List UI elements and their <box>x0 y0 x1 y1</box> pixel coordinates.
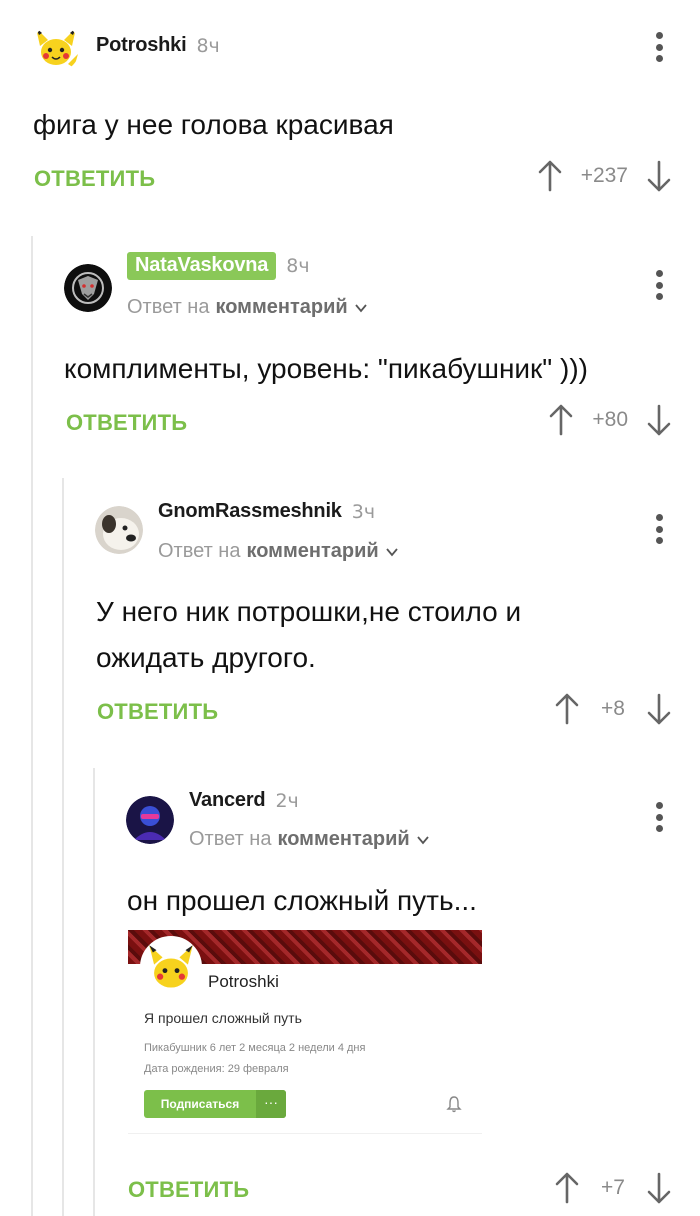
vote-controls: +8 <box>554 693 672 725</box>
upvote-arrow-icon[interactable] <box>548 404 574 436</box>
avatar[interactable] <box>126 796 174 844</box>
comment-time: 8ч <box>286 255 310 277</box>
reply-to-target: комментарий <box>277 828 410 850</box>
embed-avatar <box>140 936 202 998</box>
embed-username: Potroshki <box>208 972 279 991</box>
comment-time: 3ч <box>351 500 376 523</box>
reply-to-link[interactable]: Ответ на комментарий <box>189 828 430 851</box>
reply-button[interactable]: ОТВЕТИТЬ <box>66 410 187 436</box>
upvote-arrow-icon[interactable] <box>554 693 580 725</box>
vote-controls: +80 <box>548 404 672 436</box>
embed-subscribe-button: Подписаться ··· <box>144 1090 286 1118</box>
comment-time: 2ч <box>275 789 299 812</box>
thread-line-level-1 <box>31 236 33 1216</box>
thread-line-level-3 <box>93 768 95 1216</box>
reply-button[interactable]: ОТВЕТИТЬ <box>34 166 155 192</box>
avatar[interactable] <box>64 264 112 312</box>
vote-controls: +7 <box>554 1172 672 1204</box>
reply-to-prefix: Ответ на <box>127 296 210 318</box>
comment-text-line-2: ожидать другого. <box>96 642 316 673</box>
pikachu-avatar-icon <box>142 938 200 996</box>
embedded-screenshot[interactable]: Potroshki Я прошел сложный путь Пикабушн… <box>128 930 482 1134</box>
bell-icon <box>446 1096 462 1113</box>
more-label: ··· <box>256 1090 286 1118</box>
thread-line-level-2 <box>62 478 64 1216</box>
reply-to-link[interactable]: Ответ на комментарий <box>127 296 368 319</box>
reply-to-link[interactable]: Ответ на комментарий <box>158 540 399 563</box>
chevron-down-icon <box>416 835 429 844</box>
chevron-down-icon <box>385 547 398 556</box>
reply-to-prefix: Ответ на <box>158 540 241 562</box>
downvote-arrow-icon[interactable] <box>646 404 672 436</box>
kebab-menu-icon[interactable] <box>654 32 664 62</box>
upvote-arrow-icon[interactable] <box>537 160 563 192</box>
vote-score: +237 <box>580 164 628 187</box>
kebab-menu-icon[interactable] <box>654 514 664 544</box>
embed-status: Я прошел сложный путь <box>144 1010 302 1026</box>
reply-button[interactable]: ОТВЕТИТЬ <box>97 699 218 725</box>
subscribe-label: Подписаться <box>160 1097 240 1111</box>
embed-birthday: Дата рождения: 29 февраля <box>144 1063 289 1075</box>
vote-controls: +237 <box>537 160 672 192</box>
pikachu-avatar-icon <box>32 24 80 72</box>
dog-avatar-icon <box>95 506 143 554</box>
comment-text: фига у нее голова красивая <box>33 109 394 140</box>
witcher-medallion-avatar-icon <box>64 264 112 312</box>
reply-button[interactable]: ОТВЕТИТЬ <box>128 1177 249 1203</box>
kebab-menu-icon[interactable] <box>654 270 664 300</box>
reply-to-prefix: Ответ на <box>189 828 272 850</box>
kebab-menu-icon[interactable] <box>654 802 664 832</box>
vote-score: +8 <box>601 697 625 720</box>
comment-time: 8ч <box>196 34 220 57</box>
downvote-arrow-icon[interactable] <box>646 160 672 192</box>
upvote-arrow-icon[interactable] <box>554 1172 580 1204</box>
comment-text-line-1: У него ник потрошки,не стоило и <box>96 596 522 627</box>
reply-to-target: комментарий <box>215 296 348 318</box>
downvote-arrow-icon[interactable] <box>646 693 672 725</box>
downvote-arrow-icon[interactable] <box>646 1172 672 1204</box>
neon-avatar-icon <box>126 796 174 844</box>
vote-score: +80 <box>592 408 628 431</box>
username[interactable]: Vancerd <box>189 789 266 812</box>
embed-membership: Пикабушник 6 лет 2 месяца 2 недели 4 дня <box>144 1042 366 1054</box>
comment-text: комплименты, уровень: "пикабушник" ))) <box>64 353 589 384</box>
comment-text: он прошел сложный путь... <box>127 885 477 916</box>
username[interactable]: GnomRassmeshnik <box>158 500 342 523</box>
username[interactable]: Potroshki <box>96 34 187 57</box>
chevron-down-icon <box>354 303 367 312</box>
reply-to-target: комментарий <box>246 540 379 562</box>
avatar[interactable] <box>32 24 80 72</box>
username-badge[interactable]: NataVaskovna <box>127 252 277 280</box>
vote-score: +7 <box>601 1176 625 1199</box>
avatar[interactable] <box>95 506 143 554</box>
